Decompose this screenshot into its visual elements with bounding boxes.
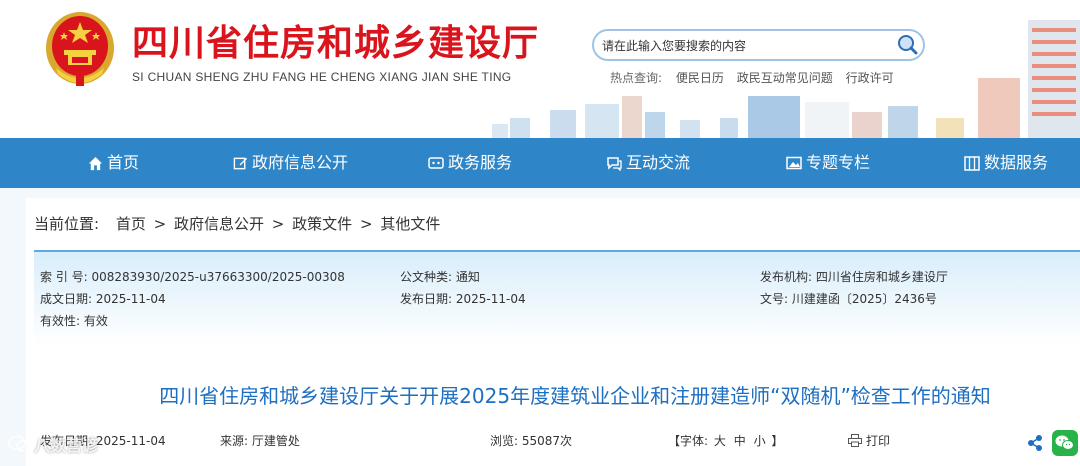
chat-icon: [607, 156, 622, 171]
print-label: 打印: [866, 434, 891, 448]
breadcrumb-separator: >: [271, 215, 285, 233]
service-icon: [428, 157, 444, 169]
site-subtitle: SI CHUAN SHENG ZHU FANG HE CHENG XIANG J…: [132, 70, 512, 84]
breadcrumb-item-policy[interactable]: 政策文件: [292, 215, 352, 233]
info-created-date: 成文日期: 2025-11-04: [40, 292, 166, 306]
breadcrumb-label: 当前位置:: [34, 215, 100, 233]
site-title: 四川省住房和城乡建设厅: [132, 22, 540, 64]
breadcrumb-separator: >: [359, 215, 373, 233]
search-icon[interactable]: [895, 33, 919, 57]
font-size-large[interactable]: 大: [714, 434, 726, 448]
search-input[interactable]: [602, 36, 892, 56]
nav-item-data[interactable]: 数据服务: [964, 138, 1048, 188]
font-size-control: 【字体: 大 中 小 】: [668, 432, 783, 449]
nav-item-gov-info[interactable]: 政府信息公开: [233, 138, 348, 188]
meta-source: 来源: 厅建管处: [220, 434, 300, 448]
printer-icon: [848, 434, 862, 447]
hot-words-label: 热点查询:: [610, 71, 663, 85]
info-index-no: 索 引 号: 008283930/2025-u37663300/2025-003…: [40, 270, 345, 284]
wechat-icon[interactable]: [1052, 430, 1078, 456]
info-validity: 有效性: 有效: [40, 314, 108, 328]
nav-label: 数据服务: [984, 153, 1049, 172]
nav-label: 首页: [107, 153, 140, 172]
meta-views: 浏览: 55087次: [490, 434, 573, 448]
font-size-label: 【字体:: [668, 434, 709, 448]
font-size-close: 】: [771, 434, 784, 448]
info-doc-no: 文号: 川建建函〔2025〕2436号: [760, 292, 937, 306]
share-icon[interactable]: [1026, 434, 1044, 452]
data-icon: [964, 155, 980, 171]
image-icon: [786, 156, 802, 170]
article-title: 四川省住房和城乡建设厅关于开展2025年度建筑业企业和注册建造师“双随机”检查工…: [159, 384, 991, 408]
hot-words: 热点查询: 便民日历 政民互动常见问题 行政许可: [610, 69, 903, 86]
nav-label: 政务服务: [448, 153, 513, 172]
hot-link-faq[interactable]: 政民互动常见问题: [737, 71, 833, 85]
breadcrumb: 当前位置: 首页 > 政府信息公开 > 政策文件 > 其他文件: [34, 213, 440, 234]
site-header: 四川省住房和城乡建设厅 SI CHUAN SHENG ZHU FANG HE C…: [0, 0, 1080, 138]
nav-label: 互动交流: [626, 153, 691, 172]
watermark: 八数营谚: [8, 432, 98, 456]
home-icon: [88, 156, 103, 170]
edit-icon: [233, 157, 248, 169]
breadcrumb-item-home[interactable]: 首页: [116, 215, 146, 233]
watermark-chat-icon: [8, 435, 30, 452]
nav-item-interaction[interactable]: 互动交流: [606, 138, 690, 188]
font-size-small[interactable]: 小: [754, 434, 766, 448]
watermark-text: 八数营谚: [34, 436, 99, 455]
nav-item-home[interactable]: 首页: [88, 138, 139, 188]
nav-label: 专题专栏: [806, 153, 871, 172]
breadcrumb-item-other[interactable]: 其他文件: [380, 215, 440, 233]
search-box: [592, 29, 925, 61]
info-doc-type: 公文种类: 通知: [400, 270, 480, 284]
main-nav: 首页 政府信息公开 政务服务 互动交流 专题专栏 数据服务: [0, 138, 1080, 188]
font-size-medium[interactable]: 中: [734, 434, 746, 448]
breadcrumb-item-gov-info[interactable]: 政府信息公开: [174, 215, 264, 233]
hot-link-permit[interactable]: 行政许可: [846, 71, 894, 85]
breadcrumb-separator: >: [153, 215, 167, 233]
nav-label: 政府信息公开: [252, 153, 349, 172]
nav-item-services[interactable]: 政务服务: [428, 138, 512, 188]
print-button[interactable]: 打印: [848, 432, 890, 449]
nav-item-topics[interactable]: 专题专栏: [786, 138, 870, 188]
hot-link-calendar[interactable]: 便民日历: [676, 71, 724, 85]
national-emblem-icon: [46, 12, 114, 86]
info-publish-date: 发布日期: 2025-11-04: [400, 292, 526, 306]
info-issuer: 发布机构: 四川省住房和城乡建设厅: [760, 270, 948, 284]
